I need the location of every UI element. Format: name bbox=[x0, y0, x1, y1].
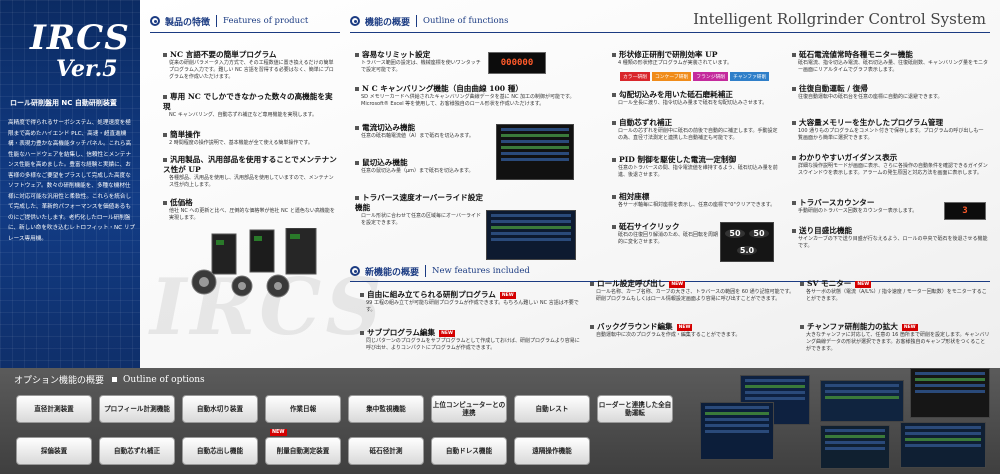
option-auto-misalign-correct[interactable]: 自動芯ずれ補正 bbox=[99, 437, 175, 465]
brand-panel: IRCS Ver.5 ロール研削盤用 NC 自動研削装置 高精度で得られるサーボ… bbox=[0, 0, 140, 368]
bullet-icon bbox=[350, 16, 360, 26]
current-feed-screen bbox=[496, 124, 574, 180]
option-auto-rest[interactable]: 自動レスト bbox=[514, 395, 590, 423]
new-feature-item: 自由に組み立てられる研削プログラム NEW 99 工程の組み立てが可能な研削プログ… bbox=[360, 290, 580, 314]
bullet-icon bbox=[350, 266, 360, 276]
tagline: Intelligent Rollgrinder Control System bbox=[693, 10, 986, 28]
option-auto-dress[interactable]: 自動ドレス機能 bbox=[431, 437, 507, 465]
function-item: トラバース速度オーバーライド設定機能 ロール形状に合わせて任意の区域毎にオーバーラ… bbox=[355, 193, 485, 227]
logo-ircs: IRCS bbox=[30, 18, 130, 58]
option-screen-report bbox=[820, 380, 904, 422]
dial-value: 50 bbox=[725, 229, 745, 238]
section-new-header: 新機能の概要 New features included bbox=[350, 263, 530, 279]
new-badge: NEW bbox=[669, 280, 686, 288]
option-host-computer-link[interactable]: 上位コンピューターとの連携 bbox=[431, 395, 507, 423]
product-subtitle: ロール研削盤用 NC 自動研削装置 bbox=[10, 99, 117, 107]
function-item: 自動芯ずれ補正 ロールの芯ずれを研削中に砥石の前後で自動的に補正します。手動設定の… bbox=[612, 118, 782, 142]
option-screen-graph bbox=[900, 422, 986, 468]
function-item: わかりやすいガイダンス表示 詳細な操作説明モードが画面に表示、さらに各操作の自動条… bbox=[792, 153, 988, 177]
function-item: 勾配切込みを用いた砥石磨耗補正 ロール全長に渡り、指令切込み量まで砥石を勾配切込み… bbox=[612, 90, 782, 107]
option-work-report[interactable]: 作業日報 bbox=[265, 395, 341, 423]
chip-chamfer: チャンファ研削 bbox=[730, 72, 770, 81]
product-feature: 汎用製品、汎用部品を使用することでメンテナンス性が UP 各種部品、汎用品を使用し… bbox=[163, 155, 337, 188]
option-remote-operation[interactable]: 遠隔操作機能 bbox=[514, 437, 590, 465]
function-item: 形状修正研削で研削効率 UP 4 種類の形状修正プログラムが実装されています。 bbox=[612, 50, 782, 67]
option-screen-gauges bbox=[700, 402, 774, 460]
product-feature: NC 言語不要の簡単プログラム 従来の研削パラメータ入力方式で、その工程数値に置き… bbox=[163, 50, 338, 81]
chip-collar: カラー研削 bbox=[620, 72, 650, 81]
option-eccentricity-device[interactable]: 採偏装置 bbox=[16, 437, 92, 465]
new-badge: NEW bbox=[270, 429, 287, 436]
option-central-monitoring[interactable]: 集中監視機能 bbox=[348, 395, 424, 423]
option-wheel-diameter-measure[interactable]: 砥石径計測 bbox=[348, 437, 424, 465]
new-feature-item: バックグラウンド編集 NEW 自動運転中に次のプログラムを作成・編集することができ… bbox=[590, 322, 795, 339]
option-auto-centering[interactable]: 自動芯出し機能 bbox=[182, 437, 258, 465]
bullet-icon bbox=[150, 16, 160, 26]
product-feature: 低価格 他社 NC への更新と比べ、圧倒的な価格帯が他社 NC と遜色ない高機能を… bbox=[163, 198, 338, 222]
dial-value: 50 bbox=[749, 229, 769, 238]
function-item: 送り目盛比機能 サインカーブの下で送り目盛が行なえるよう、ロールの中央で砥石を後退… bbox=[792, 226, 988, 250]
option-screen-monitor bbox=[910, 368, 990, 418]
function-item: PID 制御を駆使した電流一定制御 任意のトラバースの間、指令電流値を維持するよう… bbox=[612, 155, 782, 179]
divider bbox=[150, 32, 340, 33]
logo-version: Ver.5 bbox=[56, 56, 118, 82]
function-item: 相対座標 各サーボ軸毎に相対座標を表示し、任意の座標で"0"クリアできます。 bbox=[612, 192, 782, 209]
function-item: 鼠切込み機能 任意の鼠切込み量（μm）まで砥石を切込みます。 bbox=[355, 158, 480, 175]
function-item: 電流切込み機能 任意の砥石軸電流値（A）まで砥石を切込みます。 bbox=[355, 123, 480, 140]
option-auto-water-drain[interactable]: 自動水切り装置 bbox=[182, 395, 258, 423]
chip-flange: フランジ研削 bbox=[693, 72, 729, 81]
brochure-page: { "brand": { "logo_main": "IRCS", "logo_… bbox=[0, 0, 1000, 474]
section-product-header: 製品の特徴 Features of product bbox=[150, 13, 308, 29]
dial-value: 5.0 bbox=[737, 246, 757, 255]
new-badge: NEW bbox=[439, 329, 455, 337]
new-badge: NEW bbox=[901, 323, 918, 331]
section-options-header: オプション機能の概要 Outline of options bbox=[14, 374, 205, 387]
new-feature-item: ロール設定呼び出し NEW ロール名称、カーブ名称、カーブの大きさ、トラバースの範… bbox=[590, 279, 795, 303]
new-badge: NEW bbox=[499, 291, 516, 299]
function-item: 容易なリミット設定 トラバース範囲の設定は、機械座標を使いワンタッチで設定可能です… bbox=[355, 50, 485, 74]
option-stock-auto-measure[interactable]: 削量自動測定装置 bbox=[265, 437, 341, 465]
cyclic-dial-screen: 50 50 5.0 bbox=[720, 222, 774, 262]
new-badge: NEW bbox=[855, 280, 872, 288]
function-item: トラバースカウンター 手動研削のトラバース回数をカウンター表示します。 bbox=[792, 198, 932, 215]
traverse-override-screen bbox=[486, 210, 576, 260]
product-feature: 簡単操作 2 時間程度の操作説明で、基本機能が全て使える簡単操作です。 bbox=[163, 130, 338, 147]
new-badge: NEW bbox=[676, 323, 693, 331]
option-loader-full-auto[interactable]: ローダーと連携した全自動運転 bbox=[597, 395, 673, 423]
divider bbox=[350, 32, 990, 33]
option-screen-table bbox=[820, 425, 890, 469]
section-functions-header: 機能の概要 Outline of functions bbox=[350, 13, 508, 29]
option-profile-measure[interactable]: プロフィール計測機能 bbox=[99, 395, 175, 423]
product-intro: 高精度で得られるサーボシステム、処理速度を極限まで高めたハイエンド PLC、高速… bbox=[8, 120, 136, 242]
traverse-counter-display: 3 bbox=[944, 202, 986, 220]
shape-program-chips: カラー研削 コンケーブ研削 フランジ研削 チャンファ研削 bbox=[620, 72, 770, 81]
digital-readout-display: 000000 bbox=[488, 52, 546, 74]
new-feature-item: サブプログラム編集 NEW 同じパターンのプログラムをサブプログラムとして作成して… bbox=[360, 328, 580, 352]
product-feature: 専用 NC でしかできなかった数々の高機能を実現 NC キャンバリング、自動芯ずれ… bbox=[163, 92, 338, 119]
function-item: 大容量メモリーを生かしたプログラム管理 100 通りものプログラムをコメント付きで… bbox=[792, 118, 988, 142]
function-item: 砥石電流値常時各種モニター機能 砥石電流、指令切込み電流、砥石切込み量、往復砥削数… bbox=[792, 50, 988, 74]
chip-concave: コンケーブ研削 bbox=[652, 72, 692, 81]
function-item: N C キャンバリング機能（自由曲線 100 種） SD メモリーカードへ供給され… bbox=[355, 84, 585, 108]
new-feature-item: チャンファ研削能力の拡大 NEW 大きなチャンファに対応して、任意の 16 箇所ま… bbox=[800, 322, 990, 353]
servo-drive-motors-photo bbox=[191, 228, 317, 298]
new-feature-item: SV モニター NEW 各サーボの状態（電流（A/L%）/ 指令速度 / モーター… bbox=[800, 279, 990, 303]
function-item: 砥石サイクリック 砥石の往復回り解消のため、砥石回転を周期的に変化させます。 bbox=[612, 222, 722, 246]
option-diameter-measure[interactable]: 直径計測装置 bbox=[16, 395, 92, 423]
function-item: 往復自動運転 / 復帰 往復自動運転中の砥石台を任意の座標に自動的に退避できます。 bbox=[792, 84, 988, 101]
